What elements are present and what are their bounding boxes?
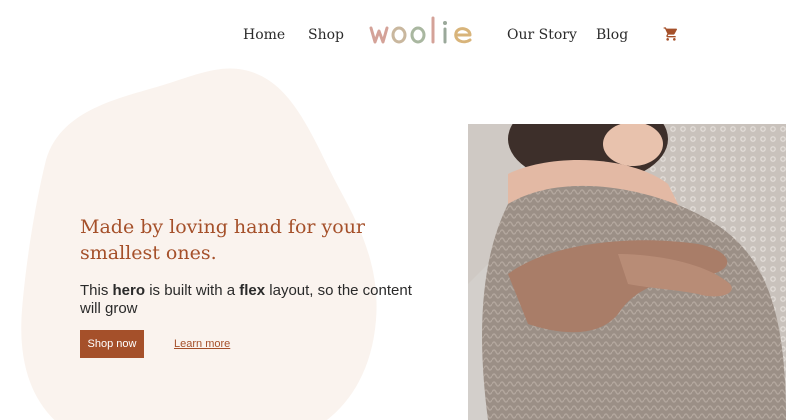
- hero-text-part1: This: [80, 282, 113, 299]
- shop-now-button[interactable]: Shop now: [80, 330, 144, 358]
- logo-letter-o2: [410, 26, 426, 44]
- shopping-cart-icon[interactable]: [663, 26, 679, 42]
- logo-letter-o1: [391, 26, 407, 44]
- logo-letter-e: [454, 27, 472, 44]
- logo-wordmark: [369, 16, 472, 44]
- hero-text-part2: is built with a: [145, 282, 240, 299]
- logo-letter-i-dot: [443, 21, 447, 25]
- nav-home-link[interactable]: Home: [243, 26, 285, 44]
- learn-more-link[interactable]: Learn more: [174, 338, 230, 350]
- logo-letter-w: [369, 26, 389, 44]
- hero-image-illustration: [468, 124, 786, 420]
- nav-blog-link[interactable]: Blog: [596, 26, 628, 44]
- page: Home Shop Our Story Blog Made by loving …: [0, 0, 800, 420]
- hero-heading: Made by loving hand for your smallest on…: [80, 216, 366, 264]
- cart-glyph: [663, 27, 678, 41]
- nav-shop-link[interactable]: Shop: [308, 26, 344, 44]
- hero-description: This hero is built with a flex layout, s…: [80, 282, 430, 318]
- woolie-logo[interactable]: [366, 12, 478, 52]
- hero-text-bold-hero: hero: [112, 282, 146, 299]
- hero-image: [468, 124, 786, 420]
- nav-our-story-link[interactable]: Our Story: [507, 26, 577, 44]
- hero-text-bold-flex: flex: [239, 282, 266, 299]
